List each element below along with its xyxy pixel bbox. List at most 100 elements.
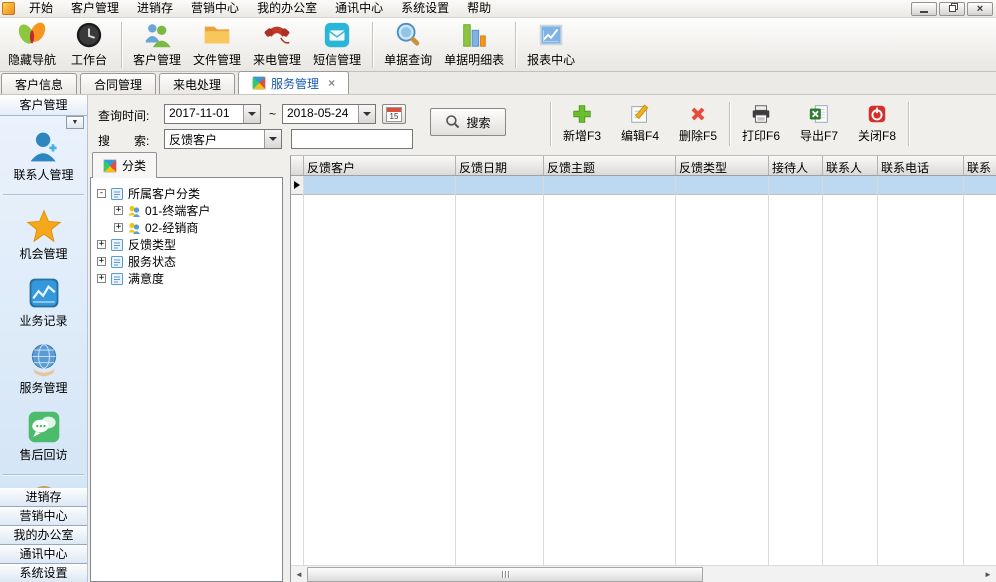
expand-icon[interactable]: + bbox=[114, 206, 123, 215]
column-header-反馈主题[interactable]: 反馈主题 bbox=[544, 156, 676, 175]
tree-node-label: 02-经销商 bbox=[145, 219, 198, 236]
toolbar-separator bbox=[515, 22, 516, 68]
toolbar-button-单据明细表[interactable]: 单据明细表 bbox=[438, 20, 510, 70]
selected-empty-row[interactable] bbox=[304, 176, 996, 195]
column-header-反馈客户[interactable]: 反馈客户 bbox=[304, 156, 456, 175]
toolbar-button-客户管理[interactable]: 客户管理 bbox=[127, 20, 187, 70]
menu-item-我的办公室[interactable]: 我的办公室 bbox=[248, 0, 326, 18]
tab-来电处理[interactable]: 来电处理 bbox=[159, 73, 235, 94]
action-button-关闭F8[interactable]: 关闭F8 bbox=[848, 103, 906, 144]
sidebar-group-我的办公室[interactable]: 我的办公室 bbox=[0, 526, 87, 545]
search-field-select[interactable]: 反馈客户 bbox=[164, 129, 282, 149]
horizontal-scrollbar[interactable]: ◄ ► bbox=[291, 565, 996, 582]
tree-node-服务状态[interactable]: +服务状态 bbox=[91, 253, 282, 270]
sidebar-group-营销中心[interactable]: 营销中心 bbox=[0, 507, 87, 526]
sidebar-group-进销存[interactable]: 进销存 bbox=[0, 488, 87, 507]
date-to-select[interactable]: 2018-05-24 bbox=[282, 104, 376, 124]
feedback-table: 反馈客户反馈日期反馈主题反馈类型接待人联系人联系电话联系 ◄ ► bbox=[290, 155, 996, 582]
active-tab-icon bbox=[252, 76, 266, 90]
query-time-label: 查询时间: bbox=[98, 107, 149, 124]
sidebar-separator bbox=[3, 474, 84, 475]
grid-line bbox=[543, 176, 544, 565]
sidebar-item-售后回访[interactable]: 售后回访 bbox=[0, 409, 87, 463]
tree-node-02-经销商[interactable]: +02-经销商 bbox=[91, 219, 282, 236]
tab-服务管理[interactable]: 服务管理× bbox=[238, 71, 349, 94]
sidebar-scroll-down-button[interactable]: ▼ bbox=[66, 116, 84, 129]
delete-icon bbox=[687, 103, 709, 125]
chevron-down-icon[interactable] bbox=[243, 105, 260, 123]
tab-category[interactable]: 分类 bbox=[92, 152, 157, 178]
tab-close-icon[interactable]: × bbox=[328, 76, 335, 90]
tree-node-label: 所属客户分类 bbox=[128, 185, 200, 202]
collapse-icon[interactable]: - bbox=[97, 189, 106, 198]
chevron-down-icon[interactable] bbox=[358, 105, 375, 123]
action-button-编辑F4[interactable]: 编辑F4 bbox=[611, 103, 669, 144]
tree-node-反馈类型[interactable]: +反馈类型 bbox=[91, 236, 282, 253]
export-icon bbox=[808, 103, 830, 125]
menu-item-系统设置[interactable]: 系统设置 bbox=[392, 0, 458, 18]
tree-node-01-终端客户[interactable]: +01-终端客户 bbox=[91, 202, 282, 219]
sidebar-group-通讯中心[interactable]: 通讯中心 bbox=[0, 545, 87, 564]
tree-node-所属客户分类[interactable]: - 所属客户分类 bbox=[91, 185, 282, 202]
toolbar-button-label: 来电管理 bbox=[253, 51, 301, 68]
sidebar: 客户管理 ▲ 联系人管理机会管理业务记录服务管理售后回访 ▼ 进销存营销中心我的… bbox=[0, 95, 88, 582]
menu-item-客户管理[interactable]: 客户管理 bbox=[62, 0, 128, 18]
menu-items: 开始客户管理进销存营销中心我的办公室通讯中心系统设置帮助 bbox=[20, 0, 500, 18]
toolbar-button-来电管理[interactable]: 来电管理 bbox=[247, 20, 307, 70]
scrollbar-thumb[interactable] bbox=[307, 567, 703, 582]
column-header-联系人[interactable]: 联系人 bbox=[823, 156, 878, 175]
toolbar-button-单据查询[interactable]: 单据查询 bbox=[378, 20, 438, 70]
expand-icon[interactable]: + bbox=[97, 257, 106, 266]
expand-icon[interactable]: + bbox=[97, 240, 106, 249]
category-icon bbox=[110, 272, 124, 286]
sidebar-item-联系人管理[interactable]: 联系人管理 bbox=[0, 129, 87, 183]
column-header-联系[interactable]: 联系 bbox=[964, 156, 996, 175]
action-button-新增F3[interactable]: 新增F3 bbox=[553, 103, 611, 144]
sidebar-item-业务记录[interactable]: 业务记录 bbox=[0, 275, 87, 329]
action-button-打印F6[interactable]: 打印F6 bbox=[732, 103, 790, 144]
tree-node-满意度[interactable]: +满意度 bbox=[91, 270, 282, 287]
column-header-接待人[interactable]: 接待人 bbox=[769, 156, 823, 175]
action-button-导出F7[interactable]: 导出F7 bbox=[790, 103, 848, 144]
menu-item-通讯中心[interactable]: 通讯中心 bbox=[326, 0, 392, 18]
toolbar-button-文件管理[interactable]: 文件管理 bbox=[187, 20, 247, 70]
expand-icon[interactable]: + bbox=[97, 274, 106, 283]
menu-item-营销中心[interactable]: 营销中心 bbox=[182, 0, 248, 18]
doc-search-icon bbox=[393, 20, 423, 50]
expand-icon[interactable]: + bbox=[114, 223, 123, 232]
calendar-button[interactable]: 15 bbox=[382, 104, 406, 124]
sidebar-item-label: 业务记录 bbox=[19, 312, 67, 329]
restore-button[interactable] bbox=[939, 2, 965, 16]
calendar-day: 15 bbox=[387, 112, 401, 121]
chevron-down-icon[interactable] bbox=[264, 130, 281, 148]
close-button[interactable]: × bbox=[967, 2, 993, 16]
sidebar-header-customer-mgmt[interactable]: 客户管理 bbox=[0, 95, 87, 116]
menu-item-进销存[interactable]: 进销存 bbox=[128, 0, 182, 18]
toolbar-button-短信管理[interactable]: 短信管理 bbox=[307, 20, 367, 70]
column-header-联系电话[interactable]: 联系电话 bbox=[878, 156, 964, 175]
customers-small-icon bbox=[127, 221, 141, 235]
menu-item-帮助[interactable]: 帮助 bbox=[458, 0, 500, 18]
chat-icon bbox=[26, 409, 62, 445]
column-header-反馈日期[interactable]: 反馈日期 bbox=[456, 156, 544, 175]
toolbar-button-报表中心[interactable]: 报表中心 bbox=[521, 20, 581, 70]
tab-合同管理[interactable]: 合同管理 bbox=[80, 73, 156, 94]
sidebar-group-系统设置[interactable]: 系统设置 bbox=[0, 564, 87, 582]
column-header-反馈类型[interactable]: 反馈类型 bbox=[676, 156, 769, 175]
tab-客户信息[interactable]: 客户信息 bbox=[1, 73, 77, 94]
scroll-right-arrow[interactable]: ► bbox=[980, 566, 996, 582]
search-button[interactable]: 搜索 bbox=[430, 108, 506, 136]
search-input[interactable] bbox=[291, 129, 413, 149]
menu-item-开始[interactable]: 开始 bbox=[20, 0, 62, 18]
sidebar-item-label: 机会管理 bbox=[19, 245, 67, 262]
toolbar-button-工作台[interactable]: 工作台 bbox=[62, 20, 116, 70]
action-button-label: 删除F5 bbox=[679, 127, 717, 144]
date-from-select[interactable]: 2017-11-01 bbox=[164, 104, 261, 124]
toolbar-button-label: 隐藏导航 bbox=[8, 51, 56, 68]
scroll-left-arrow[interactable]: ◄ bbox=[291, 566, 307, 582]
sidebar-item-机会管理[interactable]: 机会管理 bbox=[0, 208, 87, 262]
action-button-删除F5[interactable]: 删除F5 bbox=[669, 103, 727, 144]
toolbar-button-隐藏导航[interactable]: 隐藏导航 bbox=[2, 20, 62, 70]
minimize-button[interactable] bbox=[911, 2, 937, 16]
sidebar-item-服务管理[interactable]: 服务管理 bbox=[0, 342, 87, 396]
